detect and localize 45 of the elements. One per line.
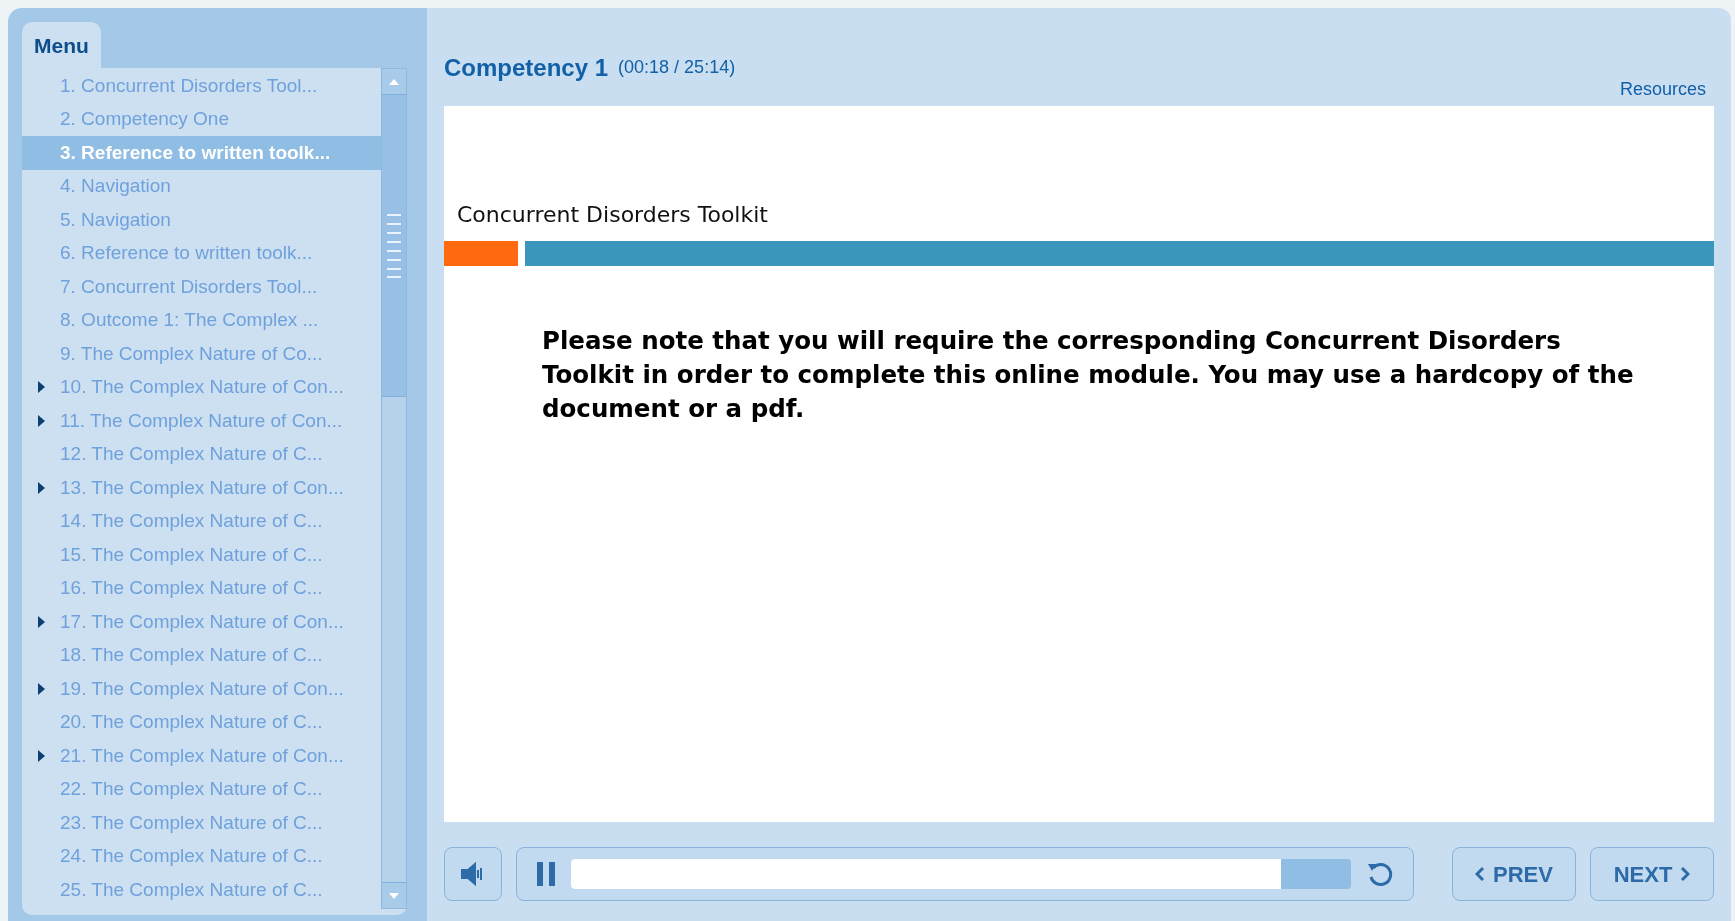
- menu-item[interactable]: 2. Competency One: [22, 102, 381, 136]
- next-button[interactable]: NEXT: [1590, 847, 1714, 901]
- menu-item[interactable]: 3. Reference to written toolk...: [22, 136, 381, 170]
- menu-item[interactable]: 22. The Complex Nature of C...: [22, 772, 381, 806]
- chevron-right-icon: [1680, 866, 1691, 882]
- menu-item[interactable]: 23. The Complex Nature of C...: [22, 806, 381, 840]
- prev-button[interactable]: PREV: [1452, 847, 1576, 901]
- lesson-title: Competency 1: [444, 53, 609, 83]
- menu-item[interactable]: 16. The Complex Nature of C...: [22, 571, 381, 605]
- menu-item[interactable]: 21. The Complex Nature of Con...: [22, 739, 381, 773]
- scroll-thumb[interactable]: [382, 95, 406, 397]
- expand-arrow-icon[interactable]: [37, 414, 45, 427]
- expand-arrow-icon[interactable]: [37, 615, 45, 628]
- expand-arrow-icon[interactable]: [37, 682, 45, 695]
- menu-item[interactable]: 18. The Complex Nature of C...: [22, 638, 381, 672]
- menu-item[interactable]: 24. The Complex Nature of C...: [22, 839, 381, 873]
- menu-item[interactable]: 19. The Complex Nature of Con...: [22, 672, 381, 706]
- chevron-left-icon: [1475, 866, 1486, 882]
- menu-item[interactable]: 1. Concurrent Disorders Tool...: [22, 69, 381, 103]
- menu-item[interactable]: 17. The Complex Nature of Con...: [22, 605, 381, 639]
- pause-icon[interactable]: [535, 861, 557, 887]
- menu-item[interactable]: 11. The Complex Nature of Con...: [22, 404, 381, 438]
- menu-item[interactable]: 15. The Complex Nature of C...: [22, 538, 381, 572]
- scrollbar[interactable]: [381, 68, 407, 909]
- expand-arrow-icon[interactable]: [37, 481, 45, 494]
- menu-item[interactable]: 20. The Complex Nature of C...: [22, 705, 381, 739]
- volume-button[interactable]: [444, 847, 502, 901]
- menu-item[interactable]: 13. The Complex Nature of Con...: [22, 471, 381, 505]
- menu-item[interactable]: 8. Outcome 1: The Complex ...: [22, 303, 381, 337]
- menu-item[interactable]: 7. Concurrent Disorders Tool...: [22, 270, 381, 304]
- elapsed-time: (00:18 / 25:14): [618, 56, 736, 79]
- expand-arrow-icon[interactable]: [37, 381, 45, 394]
- slide-heading: Concurrent Disorders Toolkit: [457, 201, 769, 229]
- menu-item[interactable]: 10. The Complex Nature of Con...: [22, 370, 381, 404]
- menu-item[interactable]: 9. The Complex Nature of Co...: [22, 337, 381, 371]
- menu-item[interactable]: 12. The Complex Nature of C...: [22, 437, 381, 471]
- expand-arrow-icon[interactable]: [37, 749, 45, 762]
- menu-item[interactable]: 4. Navigation: [22, 169, 381, 203]
- menu-item[interactable]: 5. Navigation: [22, 203, 381, 237]
- menu-item[interactable]: 14. The Complex Nature of C...: [22, 504, 381, 538]
- menu-item[interactable]: 6. Reference to written toolk...: [22, 236, 381, 270]
- menu-item[interactable]: 25. The Complex Nature of C...: [22, 873, 381, 907]
- resources-link[interactable]: Resources: [1619, 76, 1706, 103]
- slide-text: Please note that you will require the corresponding Concurrent Disorders Toolkit in order to complete this online module. You may use a hardcopy of the document or a pdf.: [542, 325, 1634, 425]
- menu-tab[interactable]: Menu: [22, 22, 101, 68]
